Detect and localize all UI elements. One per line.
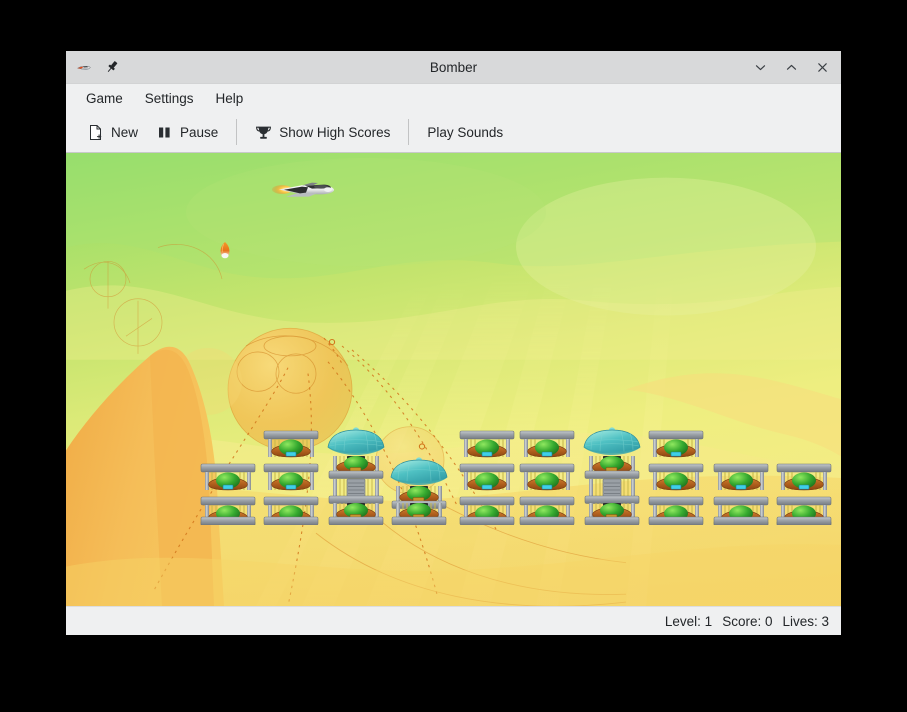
maximize-button[interactable] — [780, 56, 802, 78]
building-2[interactable] — [262, 426, 320, 525]
building-9[interactable] — [712, 459, 770, 525]
new-game-label: New — [111, 125, 138, 140]
trophy-icon — [255, 124, 272, 141]
title-bar[interactable]: Bomber — [66, 51, 841, 84]
new-game-button[interactable]: New — [78, 119, 147, 146]
menu-help[interactable]: Help — [206, 87, 254, 110]
toolbar-separator-2 — [408, 119, 409, 145]
desktop-background: Bomber — [0, 0, 907, 712]
menu-settings[interactable]: Settings — [135, 87, 204, 110]
menu-game[interactable]: Game — [76, 87, 133, 110]
play-sounds-button[interactable]: Play Sounds — [418, 120, 512, 145]
pin-icon[interactable] — [103, 58, 121, 76]
building-6[interactable] — [518, 426, 576, 525]
pause-button[interactable]: Pause — [147, 119, 227, 146]
window-controls — [749, 51, 833, 83]
building-4[interactable] — [388, 457, 450, 525]
building-3[interactable] — [325, 427, 387, 525]
close-button[interactable] — [811, 56, 833, 78]
building-5[interactable] — [458, 426, 516, 525]
status-level: Level: 1 — [665, 614, 712, 629]
status-bar: Level: 1 Score: 0 Lives: 3 — [66, 606, 841, 635]
minimize-button[interactable] — [749, 56, 771, 78]
menu-bar: Game Settings Help — [66, 84, 841, 112]
pause-icon — [156, 124, 173, 141]
rocket-icon[interactable] — [75, 58, 93, 76]
bomber-window: Bomber — [66, 51, 841, 635]
building-7[interactable] — [581, 427, 643, 525]
building-1[interactable] — [199, 459, 257, 525]
play-sounds-label: Play Sounds — [427, 125, 503, 140]
window-title: Bomber — [66, 60, 841, 75]
title-bar-icons — [66, 58, 121, 76]
toolbar-separator-1 — [236, 119, 237, 145]
new-document-icon — [87, 124, 104, 141]
player-plane — [272, 177, 336, 207]
status-lives: Lives: 3 — [782, 614, 829, 629]
falling-bomb — [218, 241, 232, 261]
building-10[interactable] — [775, 459, 833, 525]
show-high-scores-label: Show High Scores — [279, 125, 390, 140]
game-canvas[interactable] — [66, 153, 841, 606]
show-high-scores-button[interactable]: Show High Scores — [246, 119, 399, 146]
status-score: Score: 0 — [722, 614, 772, 629]
building-8[interactable] — [647, 426, 705, 525]
tool-bar: New Pause — [66, 112, 841, 153]
pause-label: Pause — [180, 125, 218, 140]
game-background-art — [66, 153, 841, 606]
